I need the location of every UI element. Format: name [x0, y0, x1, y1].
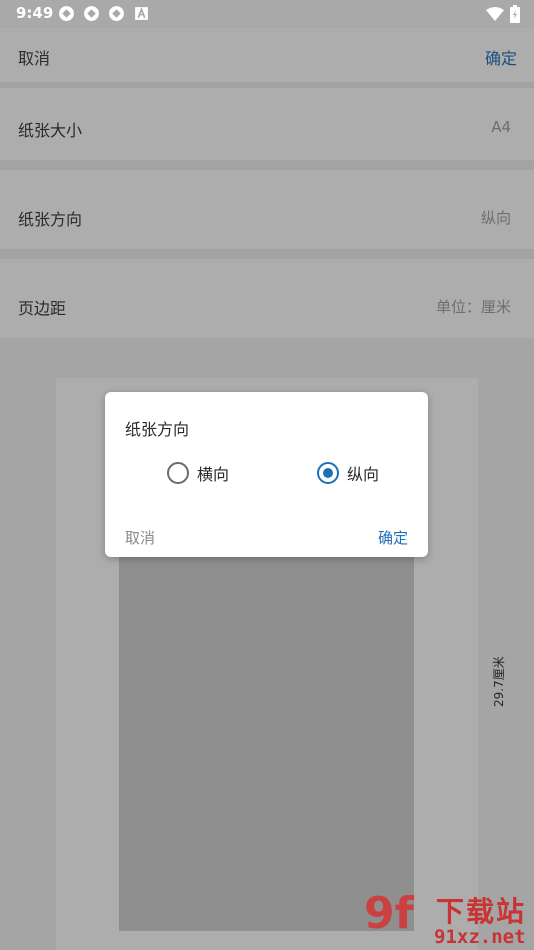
sync-icon — [84, 6, 99, 21]
dialog-title: 纸张方向 — [125, 420, 190, 439]
orientation-dialog: 纸张方向 横向 纵向 取消 确定 — [105, 392, 428, 557]
margins-label: 页边距 — [18, 299, 67, 318]
landscape-option[interactable]: 横向 — [167, 461, 229, 485]
landscape-label: 横向 — [197, 465, 230, 484]
divider — [0, 160, 534, 170]
battery-icon — [510, 5, 520, 23]
font-a-icon — [135, 6, 148, 20]
toolbar-confirm-button[interactable]: 确定 — [485, 45, 517, 69]
portrait-label: 纵向 — [347, 465, 380, 484]
status-notification-icons — [58, 5, 150, 22]
watermark-title: 下载站 — [436, 895, 527, 928]
sync-icon — [109, 6, 124, 21]
paper-size-row[interactable]: 纸张大小 A4 — [0, 88, 534, 160]
top-toolbar: 取消 确定 — [0, 28, 534, 82]
paper-height-label: 29.7厘米 — [492, 656, 506, 707]
dialog-confirm-button[interactable]: 确定 — [378, 527, 408, 548]
watermark-logo: 9f — [364, 888, 414, 939]
toolbar-cancel-button[interactable]: 取消 — [18, 45, 50, 69]
divider — [0, 249, 534, 259]
sync-icon — [59, 6, 74, 21]
watermark-url: 91xz.net — [434, 926, 526, 948]
margins-row[interactable]: 页边距 单位：厘米 — [0, 259, 534, 338]
paper-size-label: 纸张大小 — [18, 121, 83, 140]
paper-orientation-value: 纵向 — [480, 209, 511, 227]
status-time: 9:49 — [16, 4, 54, 22]
wifi-icon — [486, 6, 504, 21]
status-right-icons — [486, 5, 520, 23]
margins-unit-value: 单位：厘米 — [435, 298, 511, 316]
content-area-preview — [119, 555, 414, 931]
status-bar: 9:49 — [0, 0, 534, 28]
paper-orientation-label: 纸张方向 — [18, 210, 83, 229]
radio-checked-icon[interactable] — [317, 462, 339, 484]
dialog-cancel-button[interactable]: 取消 — [125, 527, 155, 548]
site-watermark: 9f 下载站 91xz.net — [362, 888, 534, 950]
portrait-option[interactable]: 纵向 — [317, 461, 379, 485]
radio-unchecked-icon[interactable] — [167, 462, 189, 484]
paper-size-value: A4 — [491, 118, 511, 136]
paper-orientation-row[interactable]: 纸张方向 纵向 — [0, 170, 534, 249]
